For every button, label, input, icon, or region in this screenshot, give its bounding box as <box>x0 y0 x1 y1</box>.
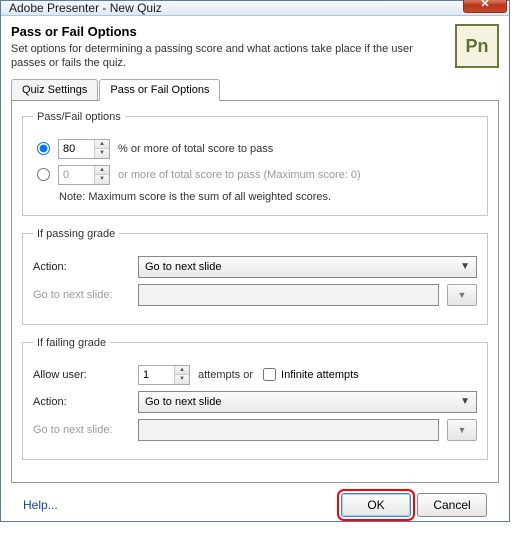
header-text: Pass or Fail Options Set options for det… <box>11 24 455 71</box>
passing-goto-row: Go to next slide: ▼ <box>33 284 477 306</box>
failing-goto-dropdown[interactable]: ▼ <box>447 419 477 441</box>
spinner-down-icon[interactable]: ▼ <box>95 148 109 158</box>
action-label: Action: <box>33 396 138 408</box>
failing-action-select[interactable]: Go to next slide ▼ <box>138 391 477 413</box>
logo-text: Pn <box>465 36 488 57</box>
attempts-row: Allow user: 1 ▲ ▼ attempts or Infinite a… <box>33 365 477 385</box>
failing-goto-select <box>138 419 439 441</box>
action-label: Action: <box>33 261 138 273</box>
spinner-buttons: ▲ ▼ <box>94 166 109 184</box>
passing-action-select[interactable]: Go to next slide ▼ <box>138 256 477 278</box>
spinner-buttons: ▲ ▼ <box>174 366 189 384</box>
passfail-legend: Pass/Fail options <box>33 111 125 123</box>
select-value: Go to next slide <box>145 396 221 408</box>
fixed-radio[interactable] <box>37 168 50 181</box>
percent-value[interactable]: 80 <box>59 140 94 158</box>
app-logo: Pn <box>455 24 499 68</box>
spinner-down-icon[interactable]: ▼ <box>175 374 189 384</box>
infinite-label: Infinite attempts <box>281 369 359 381</box>
help-link[interactable]: Help... <box>23 498 58 512</box>
chevron-down-icon: ▼ <box>458 425 467 435</box>
page-description: Set options for determining a passing sc… <box>11 42 455 71</box>
select-value: Go to next slide <box>145 261 221 273</box>
tab-label: Quiz Settings <box>22 84 87 96</box>
header-row: Pass or Fail Options Set options for det… <box>11 24 499 71</box>
attempts-value[interactable]: 1 <box>139 366 174 384</box>
failing-goto-row: Go to next slide: ▼ <box>33 419 477 441</box>
fixed-value[interactable]: 0 <box>59 166 94 184</box>
failing-group: If failing grade Allow user: 1 ▲ ▼ attem… <box>22 337 488 460</box>
spinner-up-icon[interactable]: ▲ <box>175 366 189 375</box>
titlebar: Adobe Presenter - New Quiz ✕ <box>1 1 509 16</box>
passing-legend: If passing grade <box>33 228 119 240</box>
fixed-row: 0 ▲ ▼ or more of total score to pass (Ma… <box>33 165 477 185</box>
page-title: Pass or Fail Options <box>11 24 455 39</box>
button-label: Cancel <box>433 498 470 512</box>
infinite-checkbox[interactable] <box>263 368 276 381</box>
goto-label: Go to next slide: <box>33 289 138 301</box>
ok-button[interactable]: OK <box>341 493 411 517</box>
passfail-note: Note: Maximum score is the sum of all we… <box>59 191 477 203</box>
percent-suffix: % or more of total score to pass <box>118 143 273 155</box>
failing-action-row: Action: Go to next slide ▼ <box>33 391 477 413</box>
passing-goto-select <box>138 284 439 306</box>
dialog-window: Adobe Presenter - New Quiz ✕ Pass or Fai… <box>0 0 510 522</box>
passing-group: If passing grade Action: Go to next slid… <box>22 228 488 325</box>
goto-label: Go to next slide: <box>33 424 138 436</box>
fixed-suffix: or more of total score to pass (Maximum … <box>118 169 361 181</box>
attempts-spinner[interactable]: 1 ▲ ▼ <box>138 365 190 385</box>
passing-action-row: Action: Go to next slide ▼ <box>33 256 477 278</box>
cancel-button[interactable]: Cancel <box>417 493 487 517</box>
button-label: OK <box>367 498 384 512</box>
percent-spinner[interactable]: 80 ▲ ▼ <box>58 139 110 159</box>
allow-user-label: Allow user: <box>33 369 138 381</box>
passfail-group: Pass/Fail options 80 ▲ ▼ % or more of to… <box>22 111 488 216</box>
footer: Help... OK Cancel <box>11 483 499 527</box>
failing-legend: If failing grade <box>33 337 110 349</box>
spinner-buttons: ▲ ▼ <box>94 140 109 158</box>
tab-label: Pass or Fail Options <box>110 84 209 96</box>
chevron-down-icon: ▼ <box>460 261 470 272</box>
spinner-up-icon[interactable]: ▲ <box>95 140 109 149</box>
tab-quiz-settings[interactable]: Quiz Settings <box>11 79 98 100</box>
percent-row: 80 ▲ ▼ % or more of total score to pass <box>33 139 477 159</box>
chevron-down-icon: ▼ <box>460 396 470 407</box>
close-button[interactable]: ✕ <box>463 0 507 13</box>
infinite-attempts[interactable]: Infinite attempts <box>263 368 359 381</box>
fixed-spinner[interactable]: 0 ▲ ▼ <box>58 165 110 185</box>
tab-pass-fail[interactable]: Pass or Fail Options <box>99 79 220 101</box>
close-icon: ✕ <box>480 0 489 10</box>
passing-goto-dropdown[interactable]: ▼ <box>447 284 477 306</box>
window-title: Adobe Presenter - New Quiz <box>9 1 463 15</box>
spinner-down-icon[interactable]: ▼ <box>95 174 109 184</box>
content-area: Pass or Fail Options Set options for det… <box>1 16 509 537</box>
tab-panel: Pass/Fail options 80 ▲ ▼ % or more of to… <box>11 101 499 483</box>
chevron-down-icon: ▼ <box>458 290 467 300</box>
tab-bar: Quiz Settings Pass or Fail Options <box>11 79 499 101</box>
spinner-up-icon[interactable]: ▲ <box>95 166 109 175</box>
attempts-suffix: attempts or <box>198 369 253 381</box>
percent-radio[interactable] <box>37 142 50 155</box>
